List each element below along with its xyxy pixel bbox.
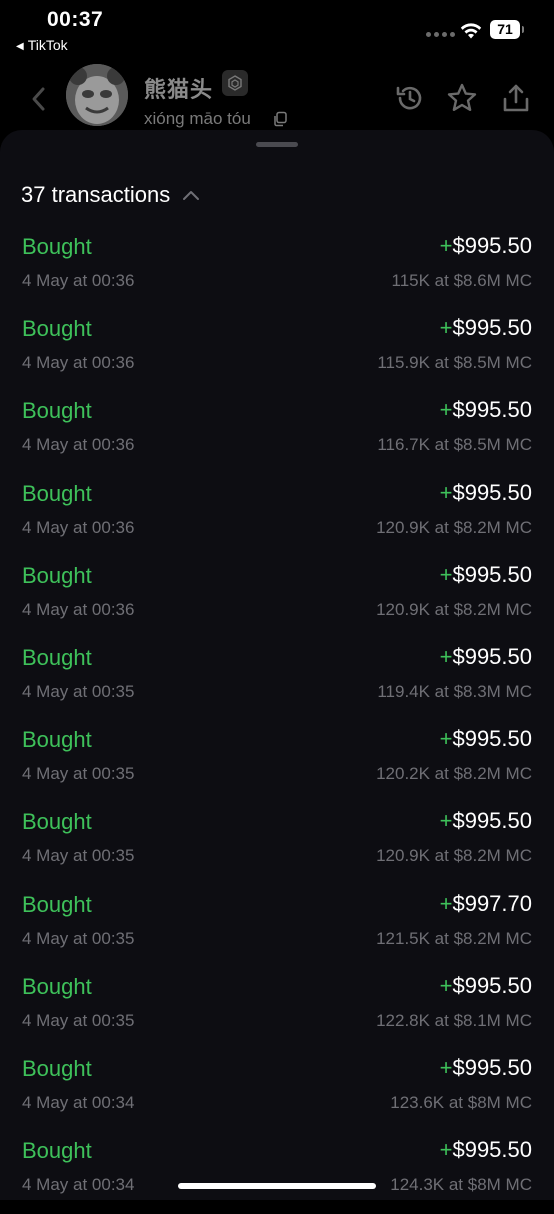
transaction-row[interactable]: Bought +$995.50 4 May at 00:35 120.9K at… <box>0 803 554 885</box>
chain-badge-icon <box>222 70 248 96</box>
sheet-grabber[interactable] <box>256 142 298 147</box>
home-indicator[interactable] <box>178 1183 376 1189</box>
cellular-signal-icon <box>426 32 455 37</box>
transaction-detail: 119.4K at $8.3M MC <box>377 681 532 701</box>
status-time: 00:37 <box>47 8 104 31</box>
transaction-row[interactable]: Bought +$997.70 4 May at 00:35 121.5K at… <box>0 886 554 968</box>
transaction-detail: 124.3K at $8M MC <box>390 1175 532 1195</box>
transaction-row[interactable]: Bought +$995.50 4 May at 00:36 115.9K at… <box>0 310 554 392</box>
transaction-row[interactable]: Bought +$995.50 4 May at 00:36 120.9K at… <box>0 475 554 557</box>
history-icon[interactable] <box>394 82 426 114</box>
transaction-type: Bought <box>22 1055 92 1081</box>
transaction-type: Bought <box>22 727 92 753</box>
transaction-detail: 120.2K at $8.2M MC <box>376 764 532 784</box>
token-avatar <box>66 64 128 126</box>
transaction-time: 4 May at 00:36 <box>22 271 135 290</box>
transaction-time: 4 May at 00:34 <box>22 1092 135 1112</box>
transaction-detail: 120.9K at $8.2M MC <box>376 846 532 866</box>
transactions-list: Bought +$995.50 4 May at 00:36 115K at $… <box>0 228 554 1214</box>
caret-up-icon <box>183 191 200 200</box>
transaction-amount: +$995.50 <box>439 1054 532 1080</box>
transaction-row[interactable]: Bought +$995.50 4 May at 00:35 120.2K at… <box>0 721 554 803</box>
transaction-detail: 116.7K at $8.5M MC <box>377 435 532 455</box>
transaction-amount: +$995.50 <box>439 315 532 341</box>
transaction-detail: 120.9K at $8.2M MC <box>376 599 532 619</box>
transaction-time: 4 May at 00:36 <box>22 599 135 619</box>
transaction-type: Bought <box>22 891 92 917</box>
back-to-app-link[interactable]: ◀ TikTok <box>16 37 68 53</box>
transaction-row[interactable]: Bought +$995.50 4 May at 00:34 123.6K at… <box>0 1050 554 1132</box>
transaction-time: 4 May at 00:36 <box>22 435 135 455</box>
token-name: 熊猫头 <box>144 77 214 102</box>
transaction-amount: +$995.50 <box>439 479 532 505</box>
transaction-time: 4 May at 00:35 <box>22 681 135 701</box>
transaction-amount: +$995.50 <box>439 643 532 669</box>
copy-icon[interactable] <box>272 111 288 127</box>
battery-icon: 71 <box>490 20 524 39</box>
status-bar: 00:37 ◀ TikTok 71 <box>0 0 554 60</box>
transaction-amount: +$995.50 <box>439 1137 532 1163</box>
transaction-detail: 120.9K at $8.2M MC <box>376 517 532 537</box>
token-pinyin: xióng māo tóu <box>144 109 251 128</box>
transaction-type: Bought <box>22 562 92 588</box>
transaction-type: Bought <box>22 973 92 999</box>
panda-face-icon <box>66 64 128 126</box>
transaction-type: Bought <box>22 809 92 835</box>
transaction-amount: +$995.50 <box>439 972 532 998</box>
transaction-time: 4 May at 00:34 <box>22 1175 135 1195</box>
transaction-detail: 115.9K at $8.5M MC <box>377 353 532 373</box>
transactions-count: 37 transactions <box>21 182 171 207</box>
transaction-detail: 121.5K at $8.2M MC <box>376 928 532 948</box>
transaction-type: Bought <box>22 1138 92 1164</box>
transaction-time: 4 May at 00:36 <box>22 517 135 537</box>
transaction-type: Bought <box>22 398 92 424</box>
transaction-row[interactable]: Bought +$995.50 4 May at 00:35 119.4K at… <box>0 639 554 721</box>
star-icon[interactable] <box>446 82 478 114</box>
transaction-time: 4 May at 00:35 <box>22 1010 135 1030</box>
transaction-time: 4 May at 00:36 <box>22 353 135 373</box>
back-chevron-icon[interactable] <box>28 86 50 112</box>
transaction-type: Bought <box>22 480 92 506</box>
share-icon[interactable] <box>500 82 532 114</box>
transaction-amount: +$995.50 <box>439 233 532 258</box>
transaction-type: Bought <box>22 234 92 259</box>
transaction-amount: +$995.50 <box>439 397 532 423</box>
transaction-time: 4 May at 00:35 <box>22 764 135 784</box>
transactions-sheet: 37 transactions Bought +$995.50 4 May at… <box>0 130 554 1200</box>
token-header: 熊猫头 xióng māo tóu <box>0 58 554 138</box>
transaction-time: 4 May at 00:35 <box>22 846 135 866</box>
transactions-toggle[interactable]: 37 transactions <box>21 182 200 208</box>
transaction-amount: +$995.50 <box>439 561 532 587</box>
transaction-row[interactable]: Bought +$995.50 4 May at 00:36 120.9K at… <box>0 557 554 639</box>
back-app-label: TikTok <box>27 37 68 53</box>
transaction-row[interactable]: Bought +$995.50 4 May at 00:35 122.8K at… <box>0 968 554 1050</box>
transaction-time: 4 May at 00:35 <box>22 928 135 948</box>
wifi-icon <box>460 23 482 39</box>
transaction-amount: +$997.70 <box>439 890 532 916</box>
transaction-type: Bought <box>22 316 92 342</box>
transaction-type: Bought <box>22 644 92 670</box>
transaction-row[interactable]: Bought +$995.50 4 May at 00:34 124.3K at… <box>0 1132 554 1214</box>
transaction-row[interactable]: Bought +$995.50 4 May at 00:36 115K at $… <box>0 228 554 310</box>
transaction-amount: +$995.50 <box>439 726 532 752</box>
transaction-detail: 123.6K at $8M MC <box>390 1092 532 1112</box>
back-triangle-icon: ◀ <box>16 41 24 52</box>
transaction-row[interactable]: Bought +$995.50 4 May at 00:36 116.7K at… <box>0 392 554 474</box>
transaction-detail: 115K at $8.6M MC <box>391 271 532 290</box>
transaction-detail: 122.8K at $8.1M MC <box>376 1010 532 1030</box>
transaction-amount: +$995.50 <box>439 808 532 834</box>
